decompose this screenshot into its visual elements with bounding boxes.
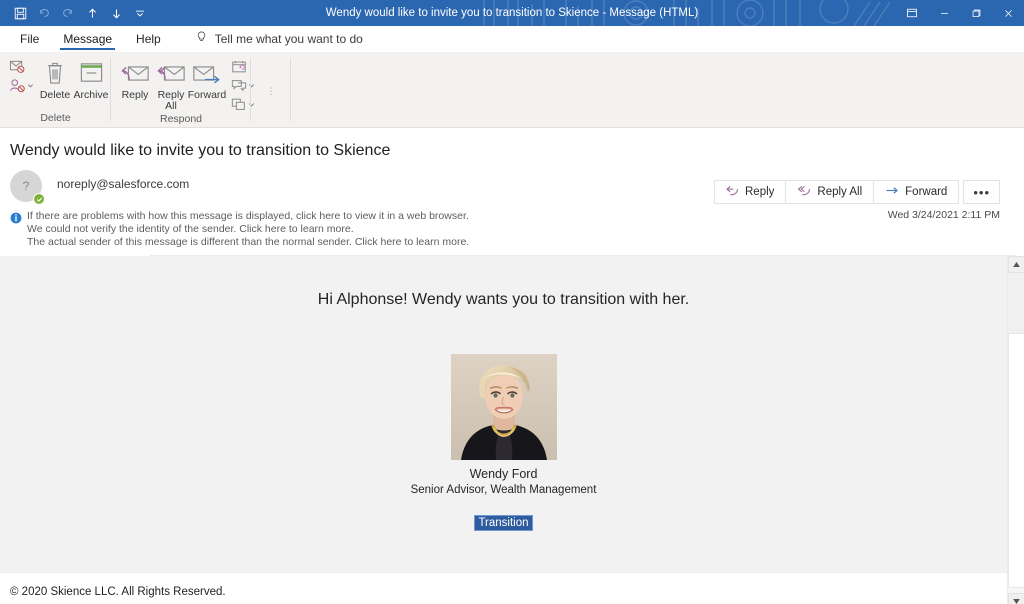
- message-footer: © 2020 Skience LLC. All Rights Reserved.: [0, 572, 1007, 604]
- tell-me-search[interactable]: Tell me what you want to do: [173, 26, 363, 52]
- ignore-button[interactable]: [6, 58, 37, 75]
- info-line[interactable]: The actual sender of this message is dif…: [27, 236, 469, 248]
- reply-action-label: Reply: [745, 186, 775, 198]
- reply-label: Reply: [121, 89, 149, 101]
- message-actions: Reply Reply All Forward ••• Wed 3/24/202…: [714, 180, 1000, 221]
- message-body-scroll-area: Hi Alphonse! Wendy wants you to transiti…: [0, 256, 1007, 604]
- delete-button[interactable]: Delete: [37, 56, 73, 101]
- ribbon-group-overflow: ⋮: [251, 52, 291, 127]
- reply-all-action-label: Reply All: [817, 186, 863, 198]
- info-line[interactable]: If there are problems with how this mess…: [27, 210, 469, 222]
- forward-button[interactable]: Forward: [187, 56, 227, 101]
- advisor-name: Wendy Ford: [469, 467, 538, 481]
- scroll-thumb[interactable]: [1008, 333, 1024, 588]
- received-timestamp: Wed 3/24/2021 2:11 PM: [887, 209, 1000, 221]
- archive-label: Archive: [73, 89, 109, 101]
- delete-label: Delete: [39, 89, 71, 101]
- ribbon-group-divider: [290, 58, 291, 121]
- copyright-text: © 2020 Skience LLC. All Rights Reserved.: [10, 585, 226, 598]
- reply-all-icon: [156, 58, 186, 88]
- ribbon-display-options-icon[interactable]: [896, 0, 928, 26]
- window-controls: [896, 0, 1024, 26]
- message-subject: Wendy would like to invite you to transi…: [10, 142, 391, 159]
- ribbon-group-delete-label: Delete: [40, 112, 71, 124]
- forward-arrow-icon: [885, 185, 899, 199]
- forward-icon: [192, 58, 222, 88]
- ribbon-group-respond: Reply Reply All Forward Respond: [111, 52, 254, 127]
- reply-all-button[interactable]: Reply All: [153, 56, 189, 112]
- message-body: Hi Alphonse! Wendy wants you to transiti…: [0, 256, 1024, 604]
- reply-all-icon: [797, 185, 811, 199]
- sender-email[interactable]: noreply@salesforce.com: [44, 170, 189, 204]
- ribbon-tabs: File Message Help Tell me what you want …: [0, 26, 1024, 52]
- delete-small-buttons: [6, 56, 37, 94]
- advisor-photo: [450, 354, 557, 460]
- sender-row: ? noreply@salesforce.com Reply Reply All…: [0, 160, 1024, 221]
- transition-link[interactable]: Transition: [474, 515, 533, 531]
- scroll-down-icon[interactable]: [1008, 593, 1024, 604]
- ribbon: Delete Archive Delete Reply Reply All Fo…: [0, 52, 1024, 128]
- reply-icon: [120, 58, 150, 88]
- junk-button[interactable]: [6, 77, 37, 94]
- cta-container: Transition: [0, 513, 1007, 531]
- scroll-up-icon[interactable]: [1008, 256, 1024, 273]
- info-bar-lines: If there are problems with how this mess…: [27, 210, 469, 248]
- close-icon[interactable]: [992, 0, 1024, 26]
- archive-button[interactable]: Archive: [73, 56, 109, 101]
- ribbon-group-respond-label: Respond: [159, 113, 203, 125]
- check-badge-icon: [33, 193, 45, 205]
- more-actions-button[interactable]: •••: [963, 180, 1000, 204]
- forward-label: Forward: [187, 89, 227, 101]
- restore-icon[interactable]: [960, 0, 992, 26]
- info-icon: [10, 211, 22, 229]
- info-line[interactable]: We could not verify the identity of the …: [27, 223, 469, 235]
- message-header: Wendy would like to invite you to transi…: [0, 128, 1024, 256]
- window-title: Wendy would like to invite you to transi…: [325, 7, 699, 19]
- ribbon-overflow-icon[interactable]: ⋮: [267, 86, 276, 97]
- ribbon-group-delete: Delete Archive Delete: [0, 52, 111, 127]
- reply-all-action-button[interactable]: Reply All: [785, 180, 875, 204]
- avatar[interactable]: ?: [10, 170, 45, 205]
- archive-icon: [79, 58, 104, 88]
- reply-icon: [726, 185, 739, 199]
- tab-file[interactable]: File: [8, 26, 51, 52]
- tell-me-placeholder: Tell me what you want to do: [214, 32, 363, 46]
- reply-action-button[interactable]: Reply: [714, 180, 787, 204]
- reply-all-label: Reply All: [157, 89, 185, 112]
- forward-action-button[interactable]: Forward: [873, 180, 960, 204]
- minimize-icon[interactable]: [928, 0, 960, 26]
- tab-message[interactable]: Message: [51, 26, 124, 52]
- scrollbar-track-upper[interactable]: [1008, 273, 1024, 333]
- trash-icon: [44, 58, 66, 88]
- lightbulb-icon: [195, 30, 208, 49]
- advisor-card: Wendy Ford Senior Advisor, Wealth Manage…: [0, 354, 1007, 531]
- tab-help[interactable]: Help: [124, 26, 173, 52]
- advisor-title: Senior Advisor, Wealth Management: [410, 484, 597, 496]
- title-bar: Wendy would like to invite you to transi…: [0, 0, 1024, 26]
- forward-action-label: Forward: [905, 186, 948, 198]
- body-greeting: Hi Alphonse! Wendy wants you to transiti…: [317, 291, 690, 308]
- reply-button[interactable]: Reply: [117, 56, 153, 101]
- vertical-scrollbar[interactable]: [1007, 256, 1024, 604]
